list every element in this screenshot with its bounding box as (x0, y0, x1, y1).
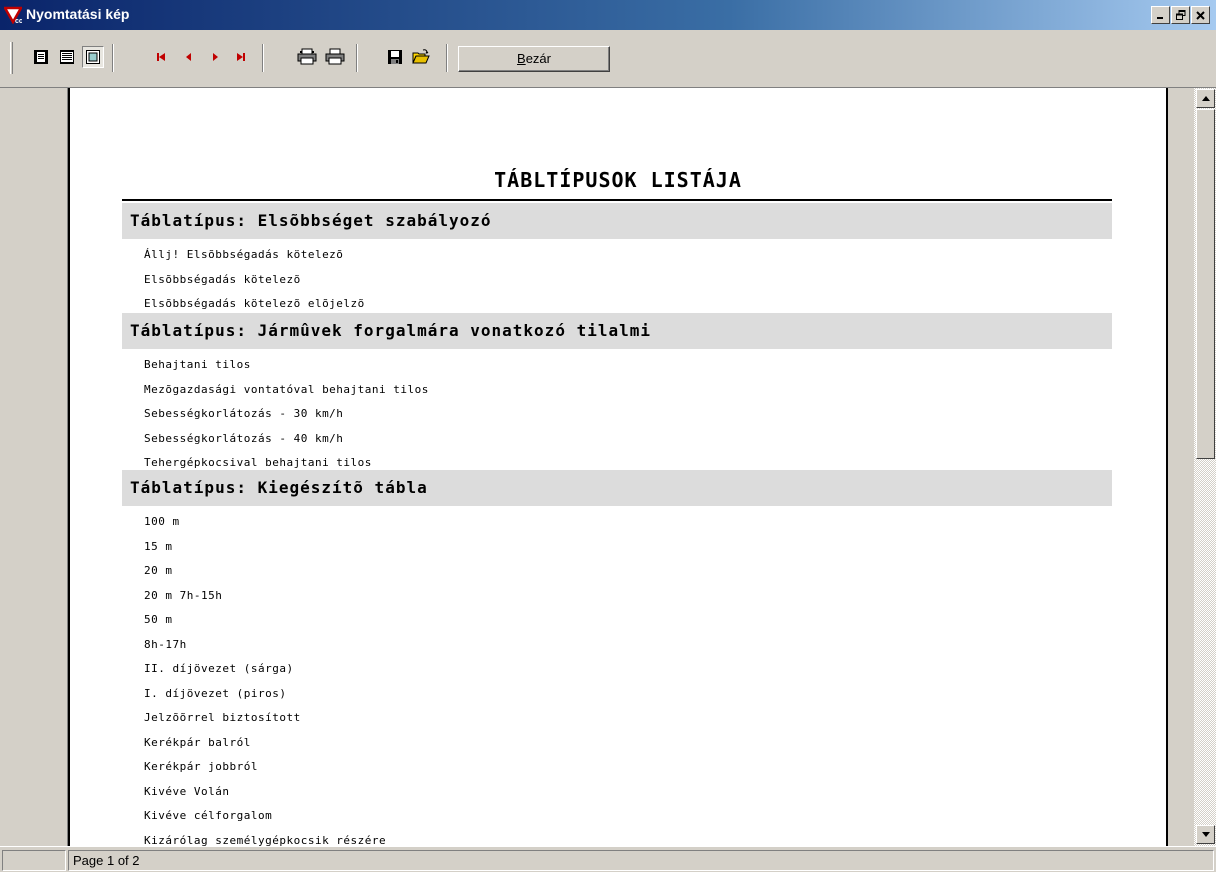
list-item: II. díjövezet (sárga) (144, 662, 294, 675)
preview-margin (0, 88, 68, 846)
group-header: Táblatípus: Kiegészítõ tábla (122, 470, 1112, 506)
toolbar-separator (262, 44, 264, 72)
hundred-percent-icon (86, 50, 100, 64)
toolbar-separator (356, 44, 358, 72)
vertical-scrollbar[interactable] (1194, 88, 1216, 846)
list-item: Kivéve Volán (144, 784, 230, 798)
report-group-0: Táblatípus: Elsõbbséget szabályozó Állj!… (122, 203, 1112, 317)
window-title: Nyomtatási kép (26, 6, 130, 22)
arrow-up-icon (1201, 96, 1210, 101)
page-width-icon (60, 50, 74, 64)
next-page-icon (213, 53, 218, 61)
first-page-button[interactable] (150, 46, 172, 68)
page-width-button[interactable] (56, 46, 78, 68)
svg-text:cc: cc (15, 18, 22, 24)
report-group-2: Táblatípus: Kiegészítõ tábla 100 m 15 m … (122, 470, 1112, 846)
list-item: I. díjövezet (piros) (144, 686, 287, 700)
open-button[interactable] (410, 46, 432, 68)
list-item: Kerékpár jobbról (144, 760, 258, 773)
scrollbar-thumb[interactable] (1196, 109, 1215, 459)
report-title: TÁBLTÍPUSOK LISTÁJA (494, 168, 742, 192)
status-bar: Page 1 of 2 (0, 846, 1216, 872)
list-item: Jelzõõrrel biztosított (144, 711, 301, 724)
close-button-accesskey: B (517, 51, 526, 66)
list-item: 100 m (144, 515, 180, 528)
list-item: Mezõgazdasági vontatóval behajtani tilos (144, 382, 429, 396)
save-button[interactable] (384, 46, 406, 68)
whole-page-icon (34, 50, 48, 64)
list-item: Kerékpár balról (144, 735, 251, 749)
list-item: Kizárólag személygépkocsik részére (144, 833, 387, 847)
close-button-label: ezár (525, 51, 551, 66)
scroll-down-button[interactable] (1196, 825, 1215, 844)
list-item: 50 m (144, 613, 173, 626)
report-page: TÁBLTÍPUSOK LISTÁJA Táblatípus: Elsõbbsé… (68, 88, 1168, 846)
printer-setup-icon (297, 48, 317, 65)
list-item: Behajtani tilos (144, 358, 251, 371)
print-icon (325, 48, 345, 65)
arrow-down-icon (1201, 832, 1210, 837)
list-item: 8h-17h (144, 637, 187, 651)
close-window-button[interactable] (1191, 6, 1210, 24)
last-page-icon (237, 53, 245, 61)
title-divider (122, 199, 1112, 201)
list-item: Sebességkorlátozás - 30 km/h (144, 407, 344, 420)
toolbar: Bezár (0, 30, 1216, 88)
toolbar-grip[interactable] (10, 42, 13, 74)
list-item: Állj! Elsõbbségadás kötelezõ (144, 248, 344, 261)
list-item: Elsõbbségadás kötelezõ (144, 272, 301, 286)
last-page-button[interactable] (230, 46, 252, 68)
list-item: 15 m (144, 539, 173, 553)
restore-icon (1175, 10, 1185, 20)
list-item: Sebességkorlátozás - 40 km/h (144, 431, 344, 445)
list-item: Kivéve célforgalom (144, 809, 273, 822)
minimize-icon (1157, 16, 1163, 19)
prev-page-icon (186, 53, 191, 61)
report-group-1: Táblatípus: Jármûvek forgalmára vonatkoz… (122, 313, 1112, 476)
open-icon (412, 49, 430, 64)
scroll-up-button[interactable] (1196, 89, 1215, 108)
status-panel-empty (2, 850, 66, 871)
toolbar-separator (446, 44, 448, 72)
minimize-button[interactable] (1151, 6, 1170, 24)
window-controls (1150, 6, 1210, 24)
close-icon (1196, 10, 1205, 20)
list-item: 20 m 7h-15h (144, 588, 223, 602)
hundred-percent-button[interactable] (82, 46, 104, 68)
preview-area: TÁBLTÍPUSOK LISTÁJA Táblatípus: Elsõbbsé… (0, 88, 1216, 846)
prev-page-button[interactable] (178, 46, 200, 68)
close-preview-button[interactable]: Bezár (458, 46, 610, 72)
printer-setup-button[interactable] (296, 46, 318, 68)
toolbar-separator (112, 44, 114, 72)
group-header: Táblatípus: Elsõbbséget szabályozó (122, 203, 1112, 239)
list-item: 20 m (144, 564, 173, 577)
whole-page-button[interactable] (30, 46, 52, 68)
app-icon: cc (4, 6, 22, 24)
print-button[interactable] (324, 46, 346, 68)
next-page-button[interactable] (204, 46, 226, 68)
save-icon (388, 50, 402, 64)
title-bar: cc Nyomtatási kép (0, 0, 1216, 30)
first-page-icon (157, 53, 165, 61)
page-indicator: Page 1 of 2 (68, 850, 1214, 871)
group-header: Táblatípus: Jármûvek forgalmára vonatkoz… (122, 313, 1112, 349)
maximize-button[interactable] (1171, 6, 1190, 24)
